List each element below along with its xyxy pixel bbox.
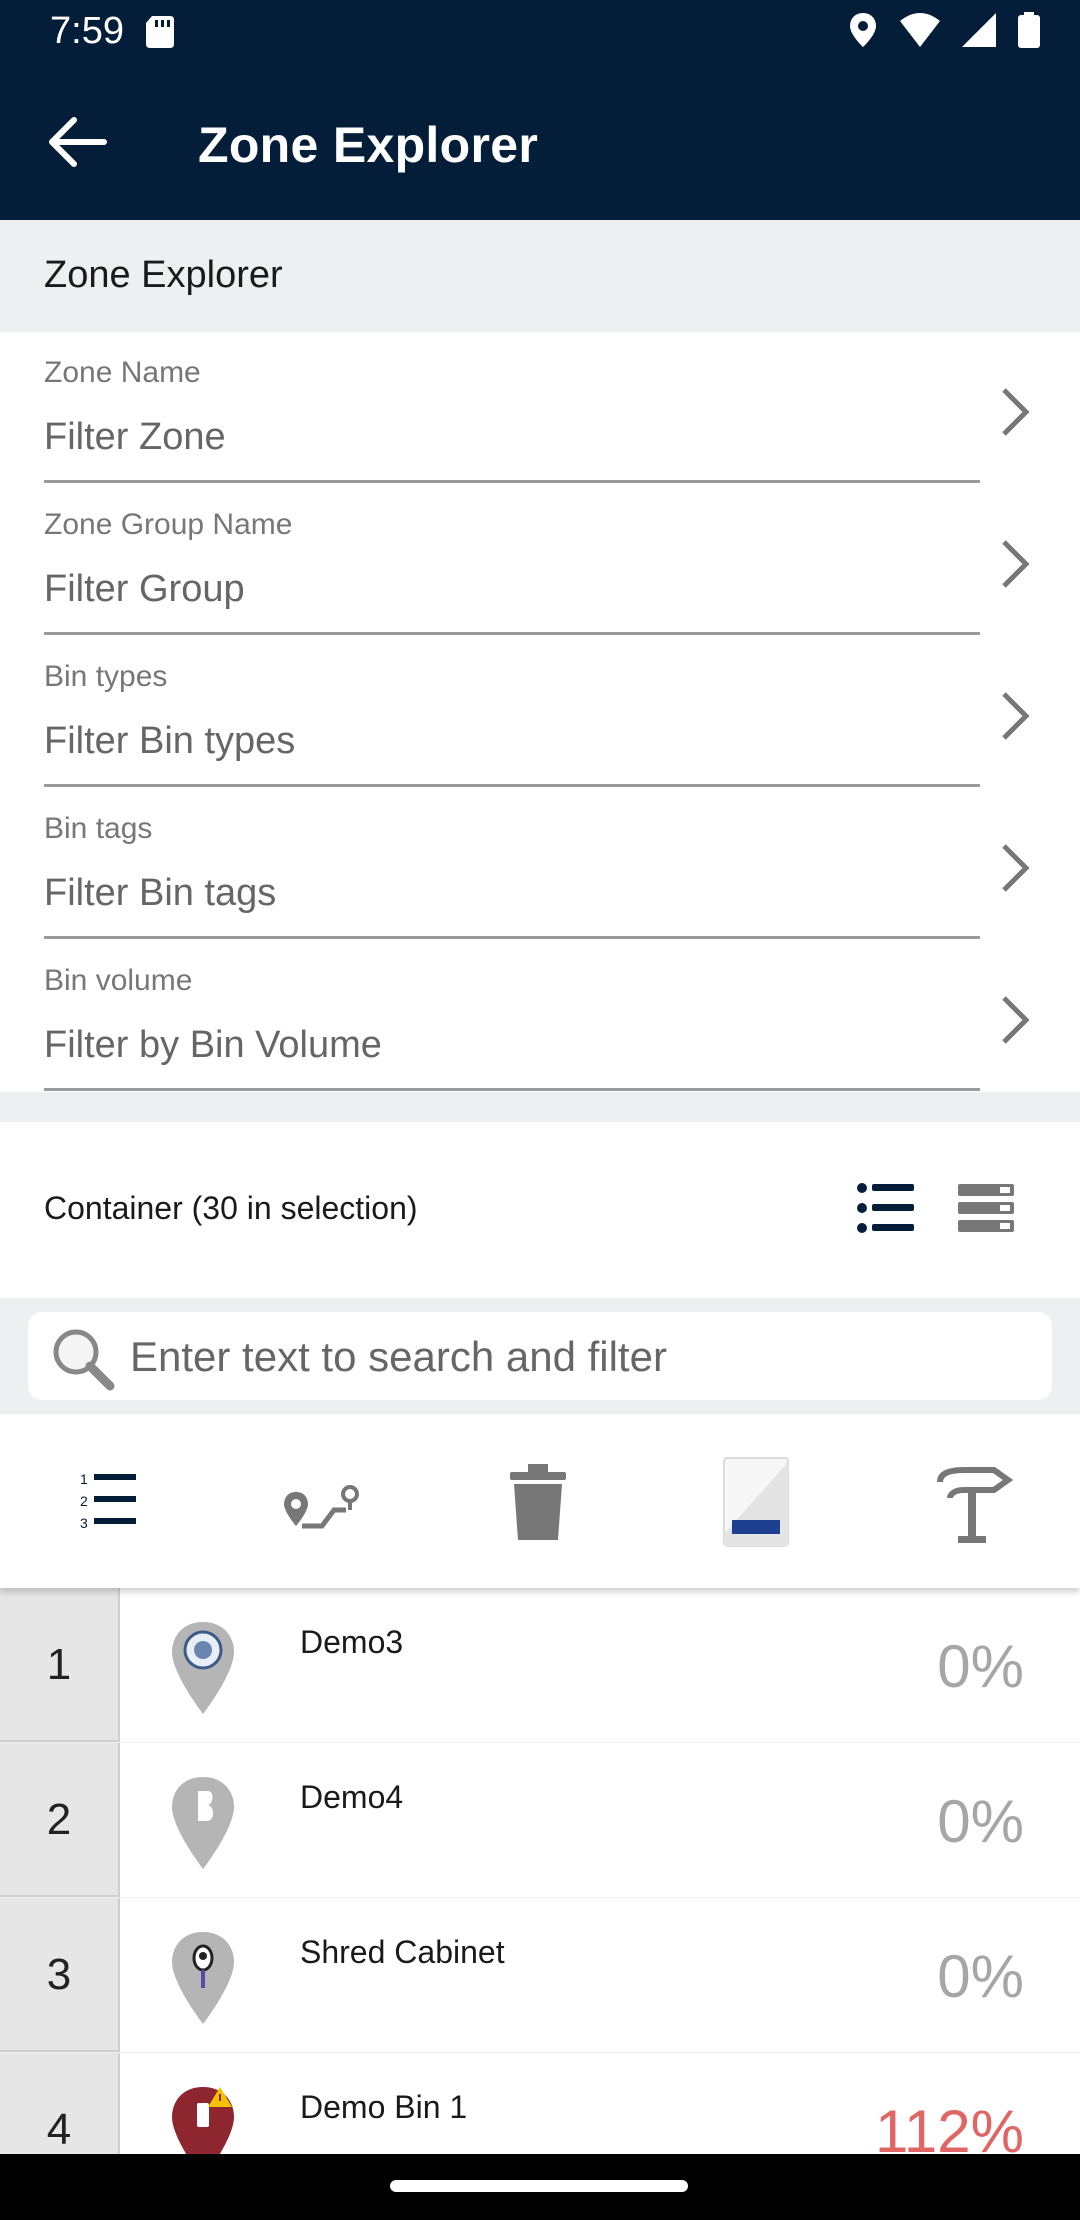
signal-icon [962, 13, 996, 47]
chevron-right-icon [1002, 540, 1030, 588]
list-item[interactable]: 2 Demo4 0% [0, 1743, 1080, 1898]
location-icon [850, 13, 876, 47]
search-icon [53, 1329, 115, 1391]
divider [44, 936, 980, 939]
filter-bin-types[interactable]: Bin types Filter Bin types [0, 636, 1080, 788]
bin-marker-icon [172, 1622, 234, 1714]
route-icon[interactable] [276, 1454, 372, 1550]
bin-fill-percent: 112% [874, 2098, 1024, 2154]
bin-name: Demo4 [300, 1779, 404, 1815]
section-header: Zone Explorer [0, 220, 1080, 332]
filter-value: Filter by Bin Volume [44, 1024, 382, 1066]
bin-name: Shred Cabinet [300, 1934, 505, 1970]
divider [44, 784, 980, 787]
row-index: 4 [0, 2053, 120, 2154]
search-input[interactable] [128, 1320, 1032, 1394]
signpost-icon[interactable] [924, 1454, 1020, 1550]
container-count-title: Container (30 in selection) [44, 1190, 418, 1226]
chevron-right-icon [1002, 844, 1030, 892]
svg-text:3: 3 [80, 1515, 88, 1531]
divider [44, 1088, 980, 1091]
list-item[interactable]: 1 Demo3 0% [0, 1588, 1080, 1743]
chevron-right-icon [1002, 996, 1030, 1044]
bin-fill-percent: 0% [937, 1943, 1024, 2010]
bin-toolbar: 1 2 3 [0, 1414, 1080, 1588]
status-time: 7:59 [50, 10, 124, 52]
search-box[interactable] [28, 1312, 1052, 1400]
filter-label: Zone Name [44, 356, 201, 389]
bin-name: Demo Bin 1 [300, 2089, 468, 2125]
filter-value: Filter Zone [44, 416, 226, 458]
filter-value: Filter Group [44, 568, 245, 610]
row-index: 2 [0, 1743, 120, 1897]
filter-value: Filter Bin types [44, 720, 296, 762]
filter-bin-tags[interactable]: Bin tags Filter Bin tags [0, 788, 1080, 940]
filter-list: Zone Name Filter Zone Zone Group Name Fi… [0, 332, 1080, 1092]
row-index: 1 [0, 1588, 120, 1742]
bin-marker-icon [172, 1932, 234, 2024]
fill-level-icon[interactable] [708, 1454, 804, 1550]
container-header: Container (30 in selection) [0, 1122, 1080, 1298]
filter-value: Filter Bin tags [44, 872, 277, 914]
app-bar: Zone Explorer [0, 64, 1080, 220]
svg-text:1: 1 [80, 1471, 88, 1487]
status-bar: 7:59 [0, 0, 1080, 64]
filter-bin-volume[interactable]: Bin volume Filter by Bin Volume [0, 940, 1080, 1092]
section-separator [0, 1092, 1080, 1122]
section-title: Zone Explorer [44, 254, 283, 296]
system-nav-bar [0, 2154, 1080, 2220]
app-title: Zone Explorer [198, 117, 539, 173]
back-arrow-icon[interactable] [40, 112, 116, 172]
divider [44, 480, 980, 483]
search-band [0, 1298, 1080, 1414]
trash-icon[interactable] [490, 1454, 586, 1550]
filter-zone-name[interactable]: Zone Name Filter Zone [0, 332, 1080, 484]
list-view-icon[interactable] [856, 1180, 916, 1236]
svg-text:2: 2 [80, 1493, 88, 1509]
bin-marker-icon [172, 1777, 234, 1869]
divider [44, 632, 980, 635]
sd-card-icon [146, 16, 174, 48]
home-handle[interactable] [390, 2180, 688, 2192]
filter-label: Bin tags [44, 812, 153, 845]
bin-fill-percent: 0% [937, 1788, 1024, 1855]
bin-name: Demo3 [300, 1624, 404, 1660]
chevron-right-icon [1002, 692, 1030, 740]
filter-label: Bin volume [44, 964, 193, 997]
filter-label: Zone Group Name [44, 508, 293, 541]
battery-icon [1018, 12, 1040, 48]
bin-marker-icon [172, 2087, 234, 2154]
filter-zone-group-name[interactable]: Zone Group Name Filter Group [0, 484, 1080, 636]
row-index: 3 [0, 1898, 120, 2052]
filter-label: Bin types [44, 660, 168, 693]
wifi-icon [900, 13, 940, 47]
list-item[interactable]: 3 Shred Cabinet 0% [0, 1898, 1080, 2053]
numbered-list-icon[interactable]: 1 2 3 [60, 1454, 156, 1550]
chevron-right-icon [1002, 388, 1030, 436]
list-item[interactable]: 4 Demo Bin 1 112% [0, 2053, 1080, 2154]
bin-fill-percent: 0% [937, 1633, 1024, 1700]
bin-list: 1 Demo3 0% 2 Demo4 0% 3 Shred Cabinet 0%… [0, 1588, 1080, 2154]
compact-view-icon[interactable] [956, 1180, 1016, 1236]
